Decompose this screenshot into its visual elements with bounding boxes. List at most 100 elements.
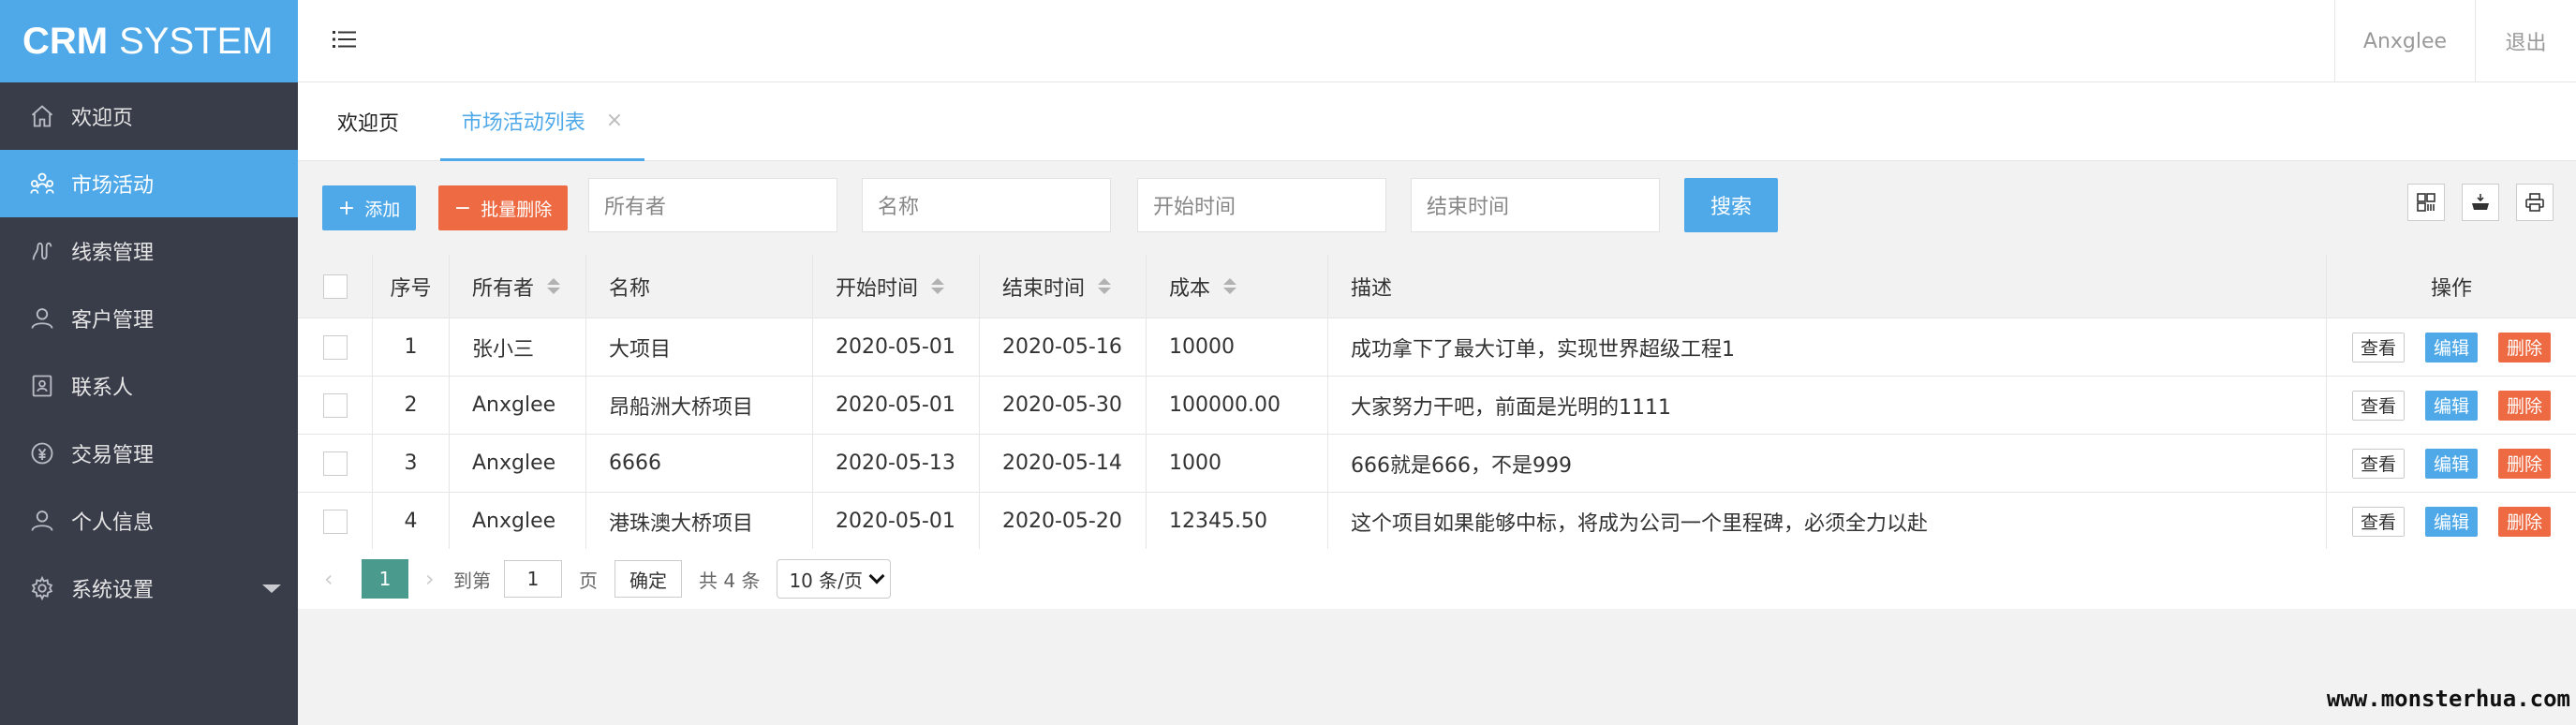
header-end[interactable]: 结束时间 [980,255,1147,318]
delete-button[interactable]: 删除 [2498,506,2551,537]
cell-cost: 100000.00 [1147,377,1328,434]
row-select-cell [298,377,373,434]
page-current[interactable]: 1 [362,559,408,599]
prev-page-icon[interactable]: ‹ [324,566,352,592]
header-start[interactable]: 开始时间 [813,255,980,318]
columns-filter-icon[interactable] [2407,184,2445,221]
page-unit-label: 页 [579,569,598,592]
cell-start: 2020-05-01 [813,493,980,550]
cell-owner: Anxglee [450,435,586,492]
edit-button[interactable]: 编辑 [2425,332,2478,362]
table-row: 3 Anxglee 6666 2020-05-13 2020-05-14 100… [298,435,2576,493]
user-menu[interactable]: Anxglee [2334,0,2475,82]
cell-ops: 查看 编辑 删除 [2327,377,2576,434]
table-header-row: 序号 所有者 名称 开始时间 结束时间 成本 描述 操作 [298,255,2576,318]
logo-text: SYSTEM [119,20,274,62]
next-page-icon[interactable]: › [425,566,453,592]
row-checkbox[interactable] [322,392,348,418]
start-time-input[interactable]: 开始时间 [1137,178,1386,232]
print-icon[interactable] [2516,184,2554,221]
cell-desc: 成功拿下了最大订单，实现世界超级工程1 [1328,318,2327,376]
sidebar-item-label: 系统设置 [71,579,155,602]
cell-name: 大项目 [586,318,813,376]
owner-search-input[interactable]: 所有者 [588,178,837,232]
end-time-input[interactable]: 结束时间 [1411,178,1660,232]
header-cost[interactable]: 成本 [1147,255,1328,318]
sidebar-item-clues[interactable]: 线索管理 [0,217,298,285]
cell-name: 昂船洲大桥项目 [586,377,813,434]
row-checkbox[interactable] [322,509,348,534]
sidebar-item-settings[interactable]: 系统设置 [0,555,298,622]
sidebar: CRM SYSTEM 欢迎页 市场活动 线索管理 客户管理 联系人 交易管理 个… [0,0,298,725]
view-button[interactable]: 查看 [2352,448,2405,479]
tab-market-activity-list[interactable]: 市场活动列表 × [440,82,644,161]
sidebar-nav: 欢迎页 市场活动 线索管理 客户管理 联系人 交易管理 个人信息 系统设置 [0,82,298,622]
cell-owner: Anxglee [450,493,586,550]
batch-delete-label: 批量删除 [481,199,553,220]
table-row: 2 Anxglee 昂船洲大桥项目 2020-05-01 2020-05-30 … [298,377,2576,435]
header-name: 名称 [586,255,813,318]
add-button[interactable]: + 添加 [322,185,416,230]
name-search-input[interactable]: 名称 [862,178,1111,232]
delete-button[interactable]: 删除 [2498,332,2551,362]
select-all-checkbox[interactable] [322,274,348,299]
tab-welcome[interactable]: 欢迎页 [337,82,399,161]
edit-button[interactable]: 编辑 [2425,506,2478,537]
plus-icon: + [337,196,356,220]
header-label: 开始时间 [836,276,919,301]
cell-desc: 这个项目如果能够中标，将成为公司一个里程碑，必须全力以赴 [1328,493,2327,550]
app-logo[interactable]: CRM SYSTEM [0,0,298,82]
sidebar-item-deals[interactable]: 交易管理 [0,420,298,487]
goto-confirm-button[interactable]: 确定 [614,560,682,598]
sort-icon[interactable] [1223,278,1237,294]
row-select-cell [298,318,373,376]
row-checkbox[interactable] [322,334,348,360]
header-label: 结束时间 [1002,276,1086,301]
search-button[interactable]: 搜索 [1684,178,1778,232]
view-button[interactable]: 查看 [2352,390,2405,421]
cell-end: 2020-05-30 [980,377,1147,434]
sidebar-item-market-activity[interactable]: 市场活动 [0,150,298,217]
sidebar-item-customers[interactable]: 客户管理 [0,285,298,352]
cell-start: 2020-05-13 [813,435,980,492]
sort-icon[interactable] [931,278,945,294]
edit-button[interactable]: 编辑 [2425,390,2478,421]
user-icon [28,304,56,333]
delete-button[interactable]: 删除 [2498,448,2551,479]
view-button[interactable]: 查看 [2352,506,2405,537]
pagination: ‹ 1 › 到第 1 页 确定 共 4 条 10 条/页 [298,549,2576,609]
sidebar-item-contacts[interactable]: 联系人 [0,352,298,420]
delete-button[interactable]: 删除 [2498,390,2551,421]
watermark: www.monsterhua.com [2326,686,2570,712]
cell-end: 2020-05-20 [980,493,1147,550]
menu-toggle-icon[interactable] [330,24,360,54]
batch-delete-button[interactable]: − 批量删除 [438,185,568,230]
cell-cost: 12345.50 [1147,493,1328,550]
edit-button[interactable]: 编辑 [2425,448,2478,479]
users-group-icon [28,170,56,198]
export-icon[interactable] [2462,184,2499,221]
logout-link[interactable]: 退出 [2475,0,2576,82]
sidebar-item-profile[interactable]: 个人信息 [0,487,298,555]
header-ops: 操作 [2430,276,2472,301]
activity-panel: + 添加 − 批量删除 所有者 名称 开始时间 结束时间 搜索 序号 所有者 名… [298,161,2576,609]
sort-icon[interactable] [1098,278,1112,294]
cell-ops: 查看 编辑 删除 [2327,493,2576,550]
cell-end: 2020-05-16 [980,318,1147,376]
goto-page-input[interactable]: 1 [504,560,562,598]
view-button[interactable]: 查看 [2352,332,2405,362]
clue-icon [28,237,56,265]
sort-icon[interactable] [547,278,561,294]
goto-label: 到第 [453,569,491,592]
cell-no: 3 [373,435,450,492]
sidebar-item-label: 客户管理 [71,309,155,333]
row-checkbox[interactable] [322,451,348,476]
cell-owner: 张小三 [450,318,586,376]
cell-end: 2020-05-14 [980,435,1147,492]
tab-label: 市场活动列表 [461,111,585,135]
header-owner[interactable]: 所有者 [450,255,586,318]
sidebar-item-welcome[interactable]: 欢迎页 [0,82,298,150]
page-size-select[interactable]: 10 条/页 [777,559,892,599]
header-select-cell [298,255,373,318]
close-icon[interactable]: × [606,109,623,132]
